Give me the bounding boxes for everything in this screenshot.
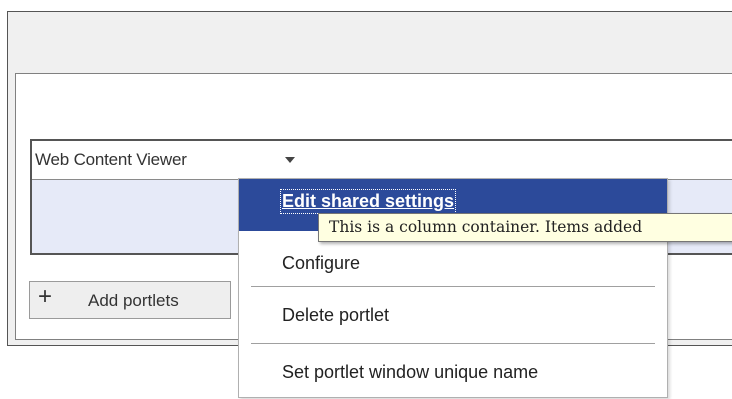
menu-item-label: Configure	[282, 253, 361, 273]
portlet-title: Web Content Viewer	[35, 150, 187, 169]
portlet-context-menu: Edit shared settings Configure Delete po…	[238, 178, 668, 398]
add-portlets-label: Add portlets	[88, 291, 179, 310]
tooltip: This is a column container. Items added	[318, 213, 732, 242]
add-portlets-button[interactable]: + Add portlets	[29, 281, 231, 319]
menu-item-set-unique-name[interactable]: Set portlet window unique name	[239, 344, 667, 399]
plus-icon: +	[38, 283, 53, 310]
menu-item-label: Set portlet window unique name	[282, 362, 539, 382]
portlet-header: Web Content Viewer	[32, 141, 732, 180]
menu-item-label: Delete portlet	[282, 305, 390, 325]
caret-down-icon[interactable]	[285, 157, 295, 163]
menu-item-delete-portlet[interactable]: Delete portlet	[239, 287, 667, 343]
menu-item-label: Edit shared settings	[279, 189, 457, 214]
